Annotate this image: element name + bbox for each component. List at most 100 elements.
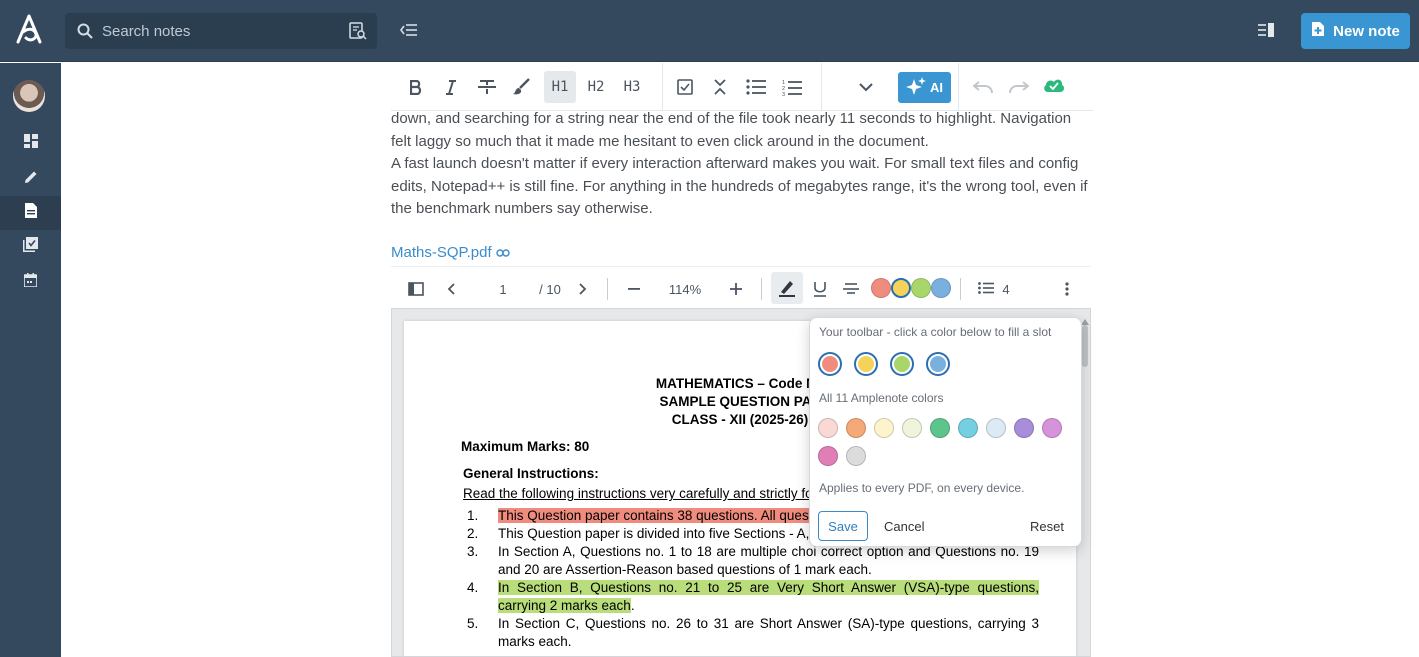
item-number: 2. — [467, 526, 479, 541]
sidebar-item-tasks[interactable] — [0, 230, 61, 264]
color-swatch-1[interactable] — [871, 278, 891, 298]
toolbar-slot-2[interactable] — [854, 352, 878, 376]
zoom-in-icon[interactable] — [726, 275, 746, 303]
color-swatch-3[interactable] — [911, 278, 931, 298]
palette-color-5[interactable] — [930, 418, 950, 438]
cloud-synced-icon — [1042, 69, 1066, 101]
color-swatch-4[interactable] — [931, 278, 951, 298]
pdf-general-instructions: General Instructions: — [463, 466, 599, 481]
zoom-out-icon[interactable] — [624, 275, 644, 303]
search-box — [65, 13, 377, 49]
scrollbar-thumb[interactable] — [1082, 325, 1088, 367]
toolbar-divider — [662, 63, 663, 111]
app: New note down, and searching for a strin… — [0, 0, 1419, 657]
applies-note: Applies to every PDF, on every device. — [819, 481, 1025, 495]
more-options-icon[interactable] — [1057, 275, 1077, 303]
palette-color-8[interactable] — [1014, 418, 1034, 438]
notes-icon — [24, 203, 37, 223]
attachment-name: Maths-SQP.pdf — [391, 244, 492, 261]
palette-color-1[interactable] — [818, 418, 838, 438]
underline-icon[interactable] — [809, 275, 831, 303]
highlighted-text[interactable]: In Section B, Questions no. 21 to 25 are… — [498, 580, 1039, 613]
heading2-button[interactable]: H2 — [580, 71, 612, 103]
previous-page-icon[interactable] — [441, 275, 461, 303]
collapse-sidebar-icon[interactable] — [400, 22, 418, 43]
item-number: 3. — [467, 544, 479, 559]
sidebar-item-notes[interactable] — [0, 196, 61, 230]
zoom-level[interactable]: 114% — [661, 275, 709, 303]
item-number: 1. — [467, 508, 479, 523]
item-text: In Section A, Questions no. 1 to 18 are … — [498, 544, 1039, 577]
next-page-icon[interactable] — [573, 275, 593, 303]
toolbar-divider — [960, 278, 961, 300]
item-number: 5. — [467, 616, 479, 631]
ai-button[interactable]: AI — [898, 72, 951, 103]
search-input[interactable] — [102, 13, 332, 49]
toolbar-slot-1[interactable] — [818, 352, 842, 376]
cancel-button[interactable]: Cancel — [884, 511, 924, 541]
heading3-button[interactable]: H3 — [616, 71, 648, 103]
collapse-toggle-button[interactable] — [708, 71, 732, 103]
item-text: In Section C, Questions no. 26 to 31 are… — [498, 616, 1039, 649]
page-number-input[interactable]: 1 — [483, 275, 523, 303]
sidebar-item-calendar[interactable] — [0, 265, 61, 299]
highlight-brush-button[interactable] — [509, 71, 533, 103]
strikethrough-button[interactable] — [475, 71, 499, 103]
task-checkbox-button[interactable] — [673, 71, 697, 103]
italic-button[interactable] — [439, 71, 463, 103]
undo-icon[interactable] — [971, 71, 995, 103]
toolbar-divider — [958, 63, 959, 111]
redo-icon[interactable] — [1007, 71, 1031, 103]
strikeout-icon[interactable] — [840, 275, 862, 303]
all-colors-label: All 11 Amplenote colors — [819, 391, 944, 405]
svg-text:3: 3 — [782, 92, 785, 96]
palette-color-9[interactable] — [1042, 418, 1062, 438]
sidebar-item-dashboard[interactable] — [0, 126, 61, 160]
toolbar-slot-4[interactable] — [926, 352, 950, 376]
pdf-list-item: 4. In Section B, Questions no. 21 to 25 a… — [463, 579, 1039, 615]
heading1-button[interactable]: H1 — [544, 71, 576, 103]
color-swatch-2[interactable] — [891, 278, 911, 298]
sidebar — [0, 63, 61, 657]
amplenote-logo-icon[interactable] — [14, 14, 44, 46]
list-icon — [978, 281, 995, 297]
palette-color-6[interactable] — [958, 418, 978, 438]
palette-color-11[interactable] — [846, 446, 866, 466]
pdf-toolbar: 1 / 10 114% 4 — [391, 266, 1091, 308]
toolbar-slot-3[interactable] — [890, 352, 914, 376]
palette-color-2[interactable] — [846, 418, 866, 438]
slot-color — [858, 356, 874, 372]
annotations-list-button[interactable]: 4 — [977, 275, 1011, 303]
save-button[interactable]: Save — [818, 511, 868, 541]
slot-color — [894, 356, 910, 372]
numbered-list-button[interactable]: 123 — [780, 71, 804, 103]
avatar[interactable] — [13, 80, 45, 112]
item-text: This Question paper is divided into five… — [498, 526, 823, 541]
note-body[interactable]: down, and searching for a string near th… — [391, 108, 1091, 221]
dashboard-icon — [23, 133, 38, 153]
palette-color-4[interactable] — [902, 418, 922, 438]
new-note-button[interactable]: New note — [1301, 13, 1410, 49]
highlighted-text[interactable]: This Question paper contains 38 question… — [498, 508, 823, 523]
pdf-attachment-link[interactable]: Maths-SQP.pdf — [391, 244, 510, 261]
more-formatting-chevron-icon[interactable] — [854, 71, 878, 103]
palette-color-7[interactable] — [986, 418, 1006, 438]
pdf-scrollbar[interactable] — [1081, 313, 1089, 371]
bullet-list-button[interactable] — [744, 71, 768, 103]
editor-toolbar: H1 H2 H3 123 AI — [391, 63, 1093, 111]
note-add-icon — [1311, 21, 1325, 41]
page-total: / 10 — [539, 281, 561, 297]
sidebar-toggle-icon[interactable] — [405, 275, 427, 303]
palette-color-10[interactable] — [818, 446, 838, 466]
item-number: 4. — [467, 580, 479, 595]
note-paragraph: A fast launch doesn't matter if every in… — [391, 155, 1088, 217]
bold-button[interactable] — [404, 71, 428, 103]
highlighter-pen-icon[interactable] — [771, 272, 803, 304]
reset-button[interactable]: Reset — [1030, 511, 1064, 541]
advanced-search-icon[interactable] — [349, 22, 367, 45]
sidebar-item-jots[interactable] — [0, 162, 61, 196]
new-note-label: New note — [1333, 22, 1400, 40]
pdf-max-marks: Maximum Marks: 80 — [461, 439, 590, 454]
view-toggle-icon[interactable] — [1257, 22, 1275, 43]
palette-color-3[interactable] — [874, 418, 894, 438]
